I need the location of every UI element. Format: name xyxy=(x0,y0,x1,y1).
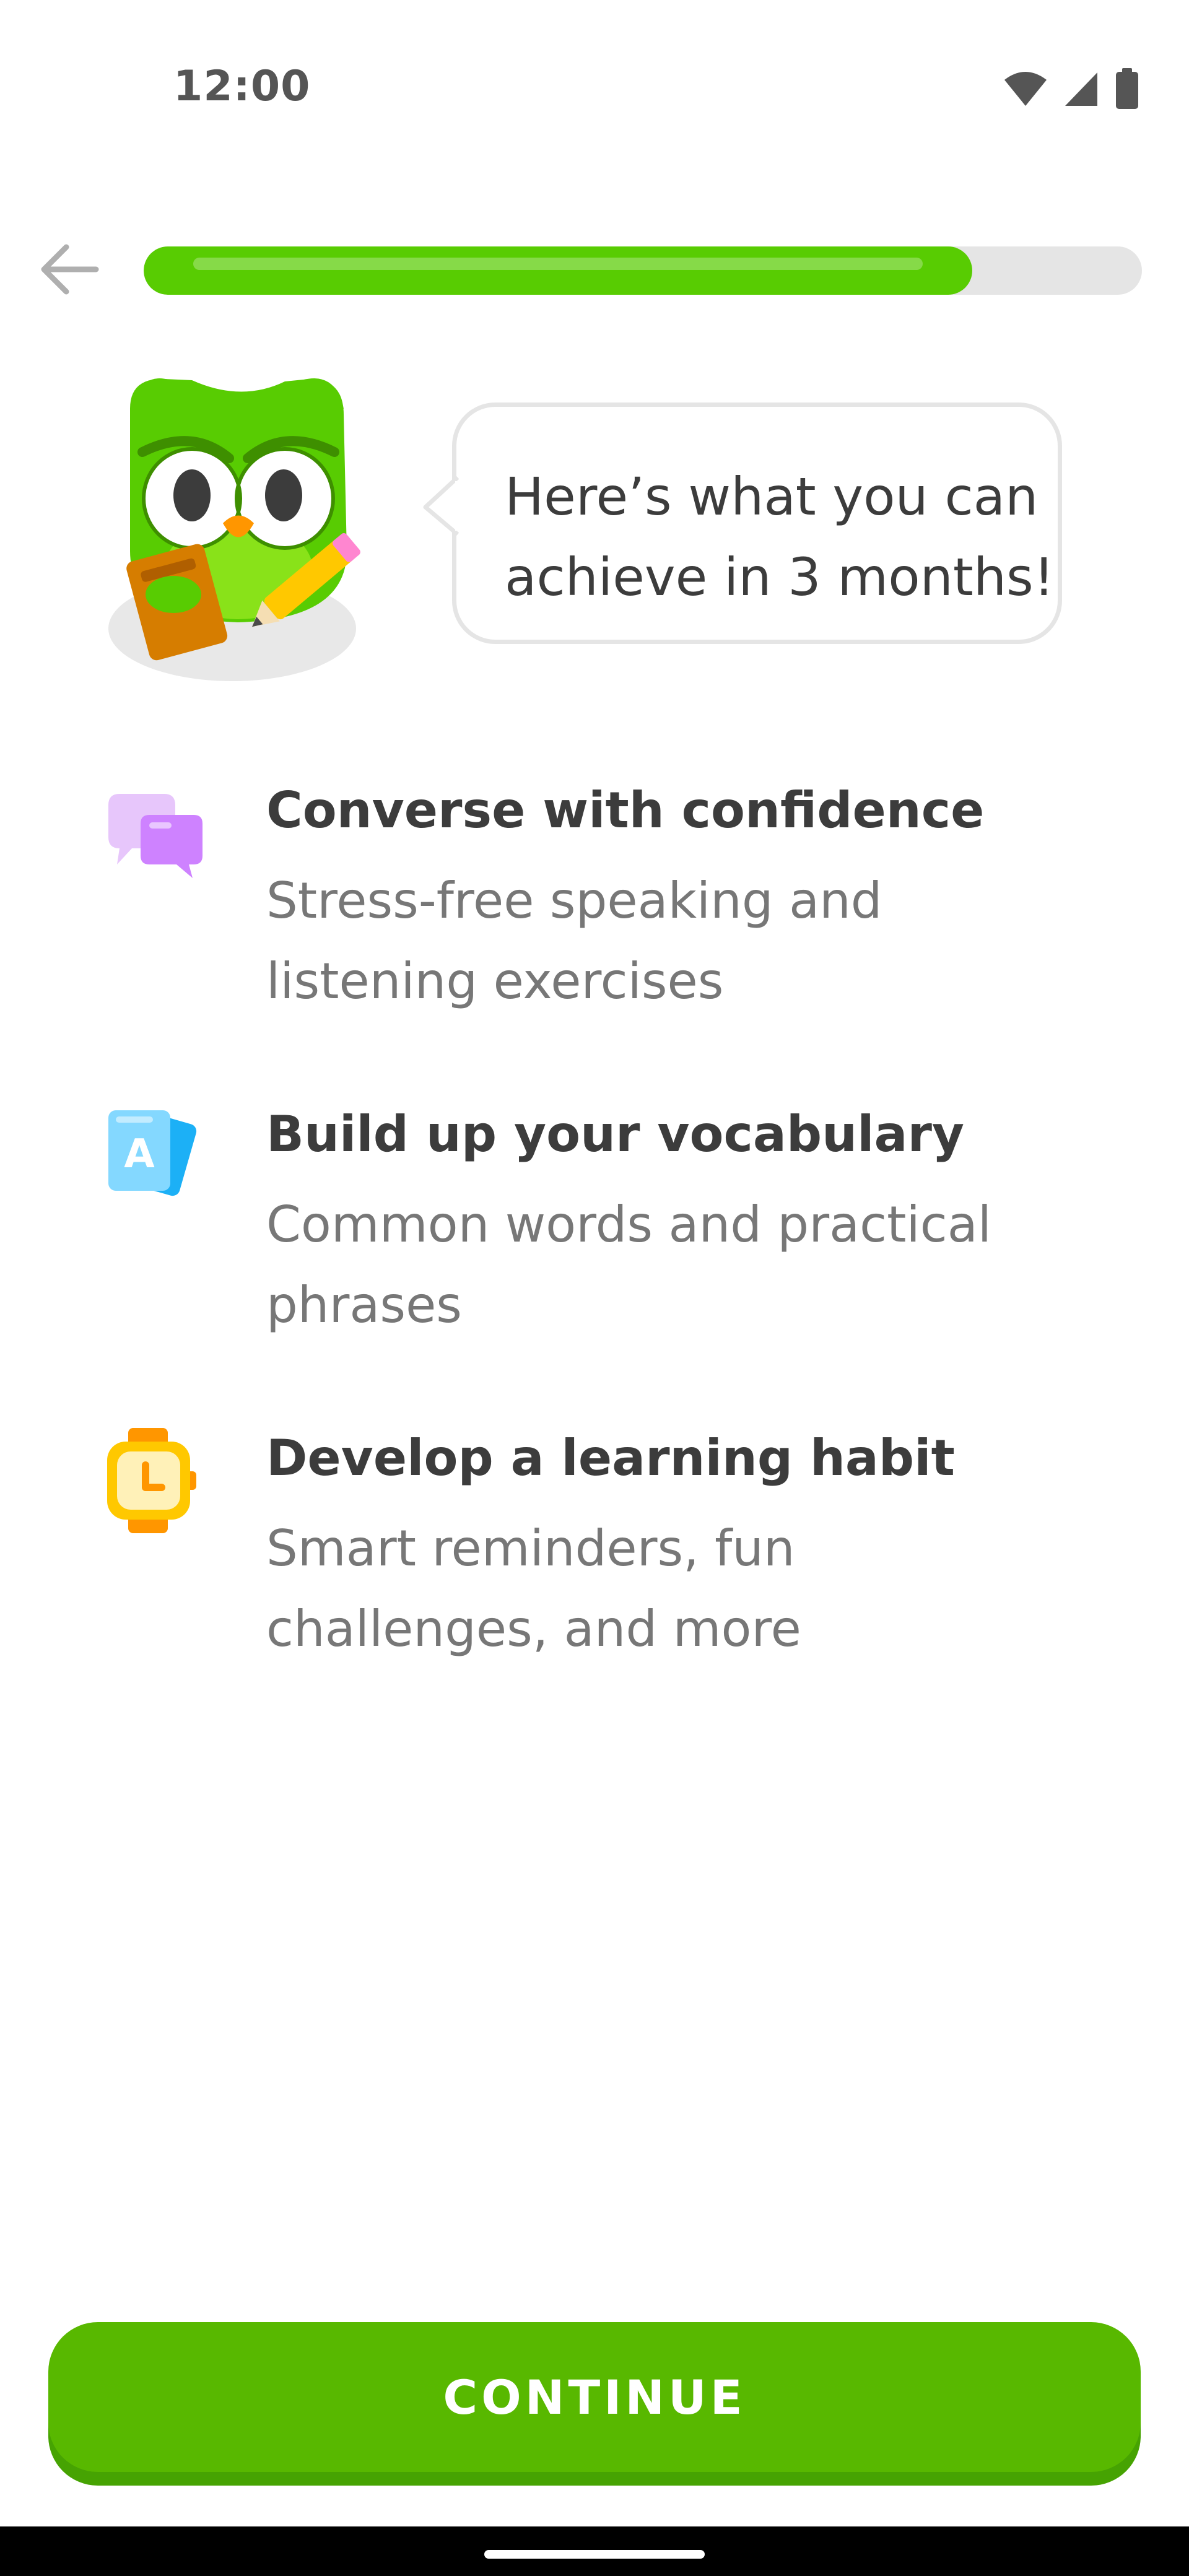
wifi-icon xyxy=(1004,72,1047,106)
progress-fill xyxy=(144,246,972,295)
owl-mascot xyxy=(108,378,360,681)
back-button[interactable] xyxy=(36,235,104,303)
speech-bubble-tail xyxy=(423,476,459,536)
back-arrow-icon xyxy=(41,244,99,295)
feature-description: Smart reminders, fun challenges, and mor… xyxy=(266,1520,801,1658)
chat-bubbles-icon xyxy=(108,794,203,878)
feature-title: Build up your vocabulary xyxy=(266,1105,965,1163)
lesson-progress-bar xyxy=(144,246,1142,295)
continue-button[interactable]: CONTINUE xyxy=(48,2322,1141,2472)
speech-bubble: Here’s what you can achieve in 3 months! xyxy=(423,402,1062,644)
speech-text: Here’s what you can achieve in 3 months! xyxy=(505,466,1055,607)
home-gesture-handle[interactable] xyxy=(484,2550,705,2559)
svg-text:A: A xyxy=(124,1131,155,1177)
battery-icon xyxy=(1116,68,1138,109)
feature-description: Common words and practical phrases xyxy=(266,1196,991,1334)
continue-button-label: CONTINUE xyxy=(443,2369,746,2425)
status-bar: 12:00 xyxy=(0,0,1189,161)
feature-title: Converse with confidence xyxy=(266,781,985,839)
signal-icon xyxy=(1065,72,1097,106)
system-navigation-bar xyxy=(0,2526,1189,2576)
flashcards-icon: A xyxy=(108,1110,197,1196)
feature-title: Develop a learning habit xyxy=(266,1429,955,1487)
watch-icon xyxy=(107,1428,196,1533)
feature-description: Stress-free speaking and listening exerc… xyxy=(266,872,882,1010)
progress-shine xyxy=(193,258,923,270)
status-time: 12:00 xyxy=(173,62,311,111)
status-icons xyxy=(1003,68,1139,109)
